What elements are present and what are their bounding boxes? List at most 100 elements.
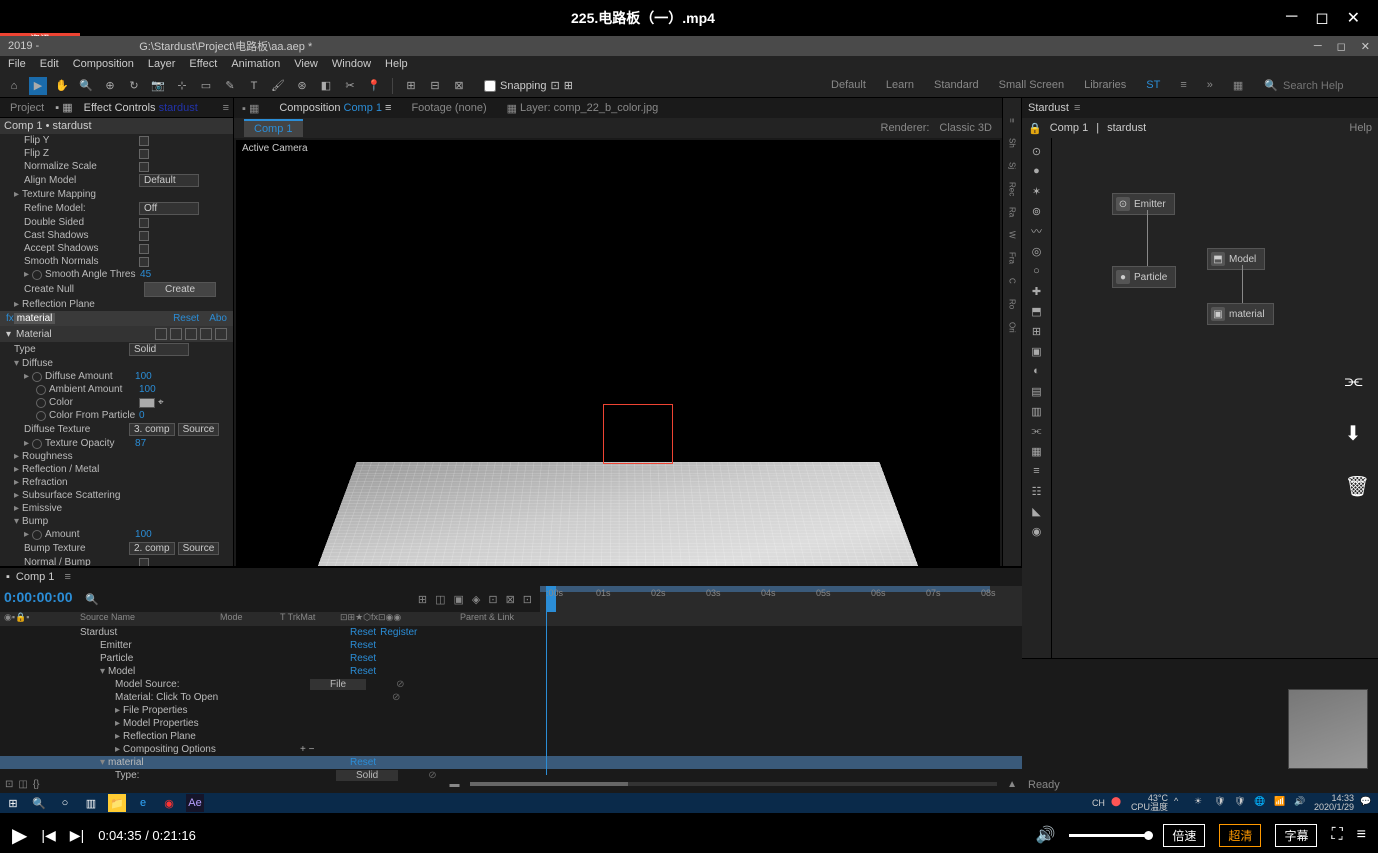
timeline-search-input[interactable]	[99, 592, 385, 607]
palette-aux-icon[interactable]: ○	[1027, 263, 1047, 279]
local-axis-icon[interactable]: ⊞	[402, 77, 420, 95]
ambient-amount-value[interactable]: 100	[139, 384, 156, 395]
tray-ico-1[interactable]: ⬤	[1111, 796, 1125, 810]
tray-lang[interactable]: CH	[1092, 798, 1105, 808]
palette-shadow-icon[interactable]: ◣	[1027, 503, 1047, 519]
type-tool-icon[interactable]: T	[245, 77, 263, 95]
palette-replica-icon[interactable]: ✶	[1027, 183, 1047, 199]
speed-button[interactable]: 倍速	[1163, 824, 1205, 847]
diffuse-texture-src-dropdown[interactable]: Source	[178, 423, 220, 436]
link-icon[interactable]: ⊘	[392, 692, 400, 703]
timeline-row-reflection-plane[interactable]: ▸Reflection Plane	[0, 730, 1022, 743]
mat-toggle-3[interactable]	[185, 328, 197, 340]
roto-tool-icon[interactable]: ✂	[341, 77, 359, 95]
plus-minus-icon[interactable]: + −	[300, 744, 314, 755]
palette-vol-icon[interactable]: ▥	[1027, 403, 1047, 419]
ae-close-icon[interactable]: ✕	[1361, 40, 1370, 53]
minimize-icon[interactable]: ─	[1286, 8, 1297, 28]
align-model-dropdown[interactable]: Default	[139, 174, 199, 187]
palette-emitter-icon[interactable]: ⊙	[1027, 143, 1047, 159]
palette-particle-icon[interactable]: ●	[1027, 163, 1047, 179]
tl-footer-brace-icon[interactable]: {}	[33, 779, 40, 790]
texture-opacity-value[interactable]: 87	[135, 438, 146, 449]
menu-help[interactable]: Help	[385, 58, 408, 72]
caret-icon[interactable]: ▸	[115, 718, 120, 729]
timeline-row-material[interactable]: ▾materialReset	[0, 756, 1022, 769]
prev-track-icon[interactable]: |◀	[41, 827, 55, 844]
mat-type-dropdown[interactable]: Solid	[129, 343, 189, 356]
strip-item-fra[interactable]: Fra	[1004, 251, 1020, 265]
reset-link[interactable]: Reset	[350, 640, 376, 651]
workspace-default[interactable]: Default	[831, 79, 866, 92]
tl-tool-4-icon[interactable]: ◈	[472, 593, 480, 606]
node-material[interactable]: ▣material	[1207, 303, 1274, 325]
home-tool-icon[interactable]: ⌂	[5, 77, 23, 95]
strip-item-ro[interactable]: Ro	[1004, 297, 1020, 311]
menu-file[interactable]: File	[8, 58, 26, 72]
stamp-tool-icon[interactable]: ⊛	[293, 77, 311, 95]
strip-item-c[interactable]: C	[1004, 274, 1020, 288]
tl-zoom-in-icon[interactable]: ▲	[1007, 779, 1017, 790]
node-model[interactable]: ⬒Model	[1207, 248, 1265, 270]
caret-down-icon[interactable]: ▾	[6, 329, 11, 340]
camera-tool-icon[interactable]: 📷	[149, 77, 167, 95]
tl-zoom-out-icon[interactable]: ▬	[450, 779, 460, 790]
menu-animation[interactable]: Animation	[231, 58, 280, 72]
mat-toggle-2[interactable]	[170, 328, 182, 340]
workspace-menu-icon[interactable]: ≡	[1180, 79, 1186, 92]
caret-icon[interactable]: ▸	[14, 477, 19, 488]
reset-link[interactable]: Reset	[350, 653, 376, 664]
panel-menu-icon[interactable]: ≡	[223, 102, 229, 114]
link-icon[interactable]: ⊘	[396, 679, 404, 690]
timeline-tab[interactable]: Comp 1	[10, 569, 61, 585]
diffuse-texture-dropdown[interactable]: 3. comp	[129, 423, 175, 436]
tray-defender-icon[interactable]: 🛡	[1234, 796, 1248, 810]
node-emitter[interactable]: ⊙Emitter	[1112, 193, 1175, 215]
brush-tool-icon[interactable]: 🖌	[269, 77, 287, 95]
palette-connect-icon[interactable]: ⫘	[1027, 423, 1047, 439]
caret-down-icon[interactable]: ▾	[14, 358, 19, 369]
eraser-tool-icon[interactable]: ◧	[317, 77, 335, 95]
tl-tool-7-icon[interactable]: ⊡	[523, 593, 532, 606]
orbit-tool-icon[interactable]: ⊕	[101, 77, 119, 95]
reset-link[interactable]: Reset	[350, 757, 376, 768]
caret-icon[interactable]: ▸	[14, 503, 19, 514]
smooth-normals-checkbox[interactable]	[139, 257, 149, 267]
palette-fog-icon[interactable]: ☷	[1027, 483, 1047, 499]
menu-edit[interactable]: Edit	[40, 58, 59, 72]
tray-wifi-icon[interactable]: 📶	[1274, 796, 1288, 810]
next-track-icon[interactable]: ▶|	[70, 827, 84, 844]
ae-maximize-icon[interactable]: ◻	[1337, 40, 1346, 53]
menu-view[interactable]: View	[294, 58, 318, 72]
mat-toggle-5[interactable]	[215, 328, 227, 340]
tl-tool-2-icon[interactable]: ◫	[435, 593, 445, 606]
tray-network-icon[interactable]: 🌐	[1254, 796, 1268, 810]
palette-field-icon[interactable]: ◎	[1027, 243, 1047, 259]
palette-light-icon[interactable]: ◐	[1027, 363, 1047, 379]
col-trkmat[interactable]: T TrkMat	[280, 612, 340, 626]
palette-model-icon[interactable]: ⬒	[1027, 303, 1047, 319]
close-icon[interactable]: ✕	[1347, 8, 1360, 28]
file-explorer-icon[interactable]: 📁	[108, 794, 126, 812]
caret-icon[interactable]: ▸	[115, 731, 120, 742]
caret-down-icon[interactable]: ▾	[14, 516, 19, 527]
timeline-row-model[interactable]: ▾ModelReset	[0, 665, 1022, 678]
tab-effect-controls[interactable]: Effect Controls stardust	[78, 100, 204, 116]
rect-tool-icon[interactable]: ▭	[197, 77, 215, 95]
timeline-row-emitter[interactable]: EmitterReset	[0, 639, 1022, 652]
tab-composition[interactable]: Composition Comp 1 ≡	[279, 102, 391, 114]
menu-composition[interactable]: Composition	[73, 58, 134, 72]
caret-icon[interactable]: ▸	[24, 269, 29, 280]
eyedropper-icon[interactable]: ⌖	[158, 397, 164, 408]
cast-shadows-checkbox[interactable]	[139, 231, 149, 241]
snap-opt2-icon[interactable]: ⊞	[564, 79, 573, 92]
workspace-learn[interactable]: Learn	[886, 79, 914, 92]
quality-button[interactable]: 超清	[1219, 824, 1261, 847]
mat-toggle-4[interactable]	[200, 328, 212, 340]
palette-vfx-icon[interactable]: ▤	[1027, 383, 1047, 399]
rotate-tool-icon[interactable]: ↻	[125, 77, 143, 95]
flip-y-checkbox[interactable]	[139, 136, 149, 146]
download-icon[interactable]: ⬇	[1345, 421, 1370, 446]
menu-effect[interactable]: Effect	[189, 58, 217, 72]
current-time-display[interactable]: 0:00:00:00	[0, 586, 80, 612]
